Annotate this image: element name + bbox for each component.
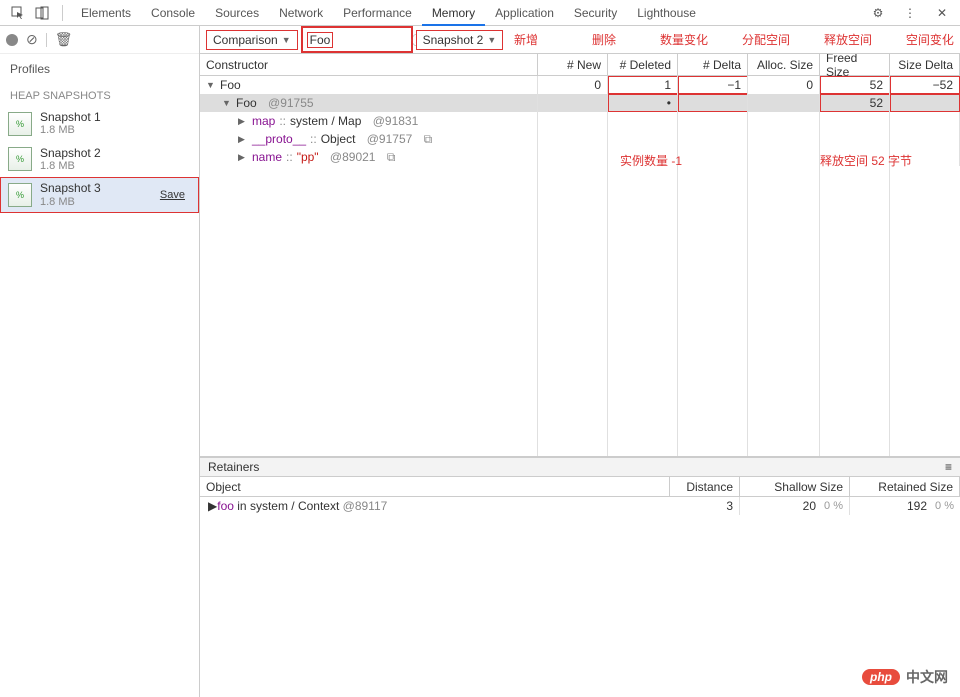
base-snapshot-label: Snapshot 2 bbox=[423, 33, 484, 47]
toggle-icon[interactable]: ▼ bbox=[222, 98, 232, 108]
table-row[interactable]: ▼Foo 0 1 −1 0 52 −52 bbox=[200, 76, 960, 94]
devtools-top-bar: Elements Console Sources Network Perform… bbox=[0, 0, 960, 26]
table-row[interactable]: ▼Foo @91755 • 52 bbox=[200, 94, 960, 112]
snapshot-icon: % bbox=[8, 112, 32, 136]
col-new[interactable]: # New bbox=[538, 54, 608, 75]
snapshot-item-1[interactable]: % Snapshot 11.8 MB bbox=[0, 106, 199, 142]
col-retained[interactable]: Retained Size bbox=[850, 477, 960, 496]
col-deleted[interactable]: # Deleted bbox=[608, 54, 678, 75]
tab-security[interactable]: Security bbox=[564, 1, 627, 25]
snapshot-icon: % bbox=[8, 183, 32, 207]
table-row[interactable]: ▶map :: system / Map @91831 bbox=[200, 112, 960, 130]
view-mode-dropdown[interactable]: Comparison ▼ bbox=[206, 30, 298, 50]
device-icon[interactable] bbox=[34, 5, 50, 21]
table-row[interactable]: ▶__proto__ :: Object @91757 ⧉ bbox=[200, 130, 960, 148]
profile-actions: ⊘ 🗑 bbox=[0, 26, 199, 54]
filter-value: Foo bbox=[307, 32, 334, 48]
tab-performance[interactable]: Performance bbox=[333, 1, 422, 25]
more-icon[interactable]: ⋮ bbox=[902, 5, 918, 21]
chevron-down-icon: ▼ bbox=[487, 35, 496, 45]
tab-memory[interactable]: Memory bbox=[422, 1, 485, 26]
toggle-icon[interactable]: ▼ bbox=[206, 80, 216, 90]
annotation-labels: 新增 删除 数量变化 分配空间 释放空间 空间变化 bbox=[514, 31, 954, 48]
col-constructor[interactable]: Constructor bbox=[200, 54, 538, 75]
clear-icon[interactable]: ⊘ bbox=[26, 31, 38, 48]
menu-icon[interactable]: ≡ bbox=[945, 460, 952, 474]
inspect-icon[interactable] bbox=[10, 5, 26, 21]
tab-application[interactable]: Application bbox=[485, 1, 564, 25]
col-delta[interactable]: # Delta bbox=[678, 54, 748, 75]
retainers-body[interactable]: ▶foo in system / Context @89117 3 200 % … bbox=[200, 497, 960, 697]
retainer-row[interactable]: ▶foo in system / Context @89117 3 200 % … bbox=[200, 497, 960, 515]
heap-snapshots-label: HEAP SNAPSHOTS bbox=[0, 80, 199, 106]
annotation-instances: 实例数量 -1 bbox=[620, 152, 682, 169]
col-object[interactable]: Object bbox=[200, 477, 670, 496]
delete-icon[interactable]: 🗑 bbox=[55, 31, 73, 48]
watermark: php 中文网 bbox=[862, 667, 948, 687]
panel-tabs: Elements Console Sources Network Perform… bbox=[71, 1, 706, 25]
base-snapshot-dropdown[interactable]: Snapshot 2▼ bbox=[416, 30, 504, 50]
close-icon[interactable]: ✕ bbox=[934, 5, 950, 21]
view-mode-label: Comparison bbox=[213, 33, 278, 47]
tab-lighthouse[interactable]: Lighthouse bbox=[627, 1, 706, 25]
col-shallow[interactable]: Shallow Size bbox=[740, 477, 850, 496]
col-distance[interactable]: Distance bbox=[670, 477, 740, 496]
snapshot-name: Snapshot 1 bbox=[40, 110, 101, 124]
record-icon[interactable] bbox=[6, 34, 18, 46]
tab-sources[interactable]: Sources bbox=[205, 1, 269, 25]
tab-network[interactable]: Network bbox=[269, 1, 333, 25]
col-alloc[interactable]: Alloc. Size bbox=[748, 54, 820, 75]
annotation-freed: 释放空间 52 字节 bbox=[820, 152, 912, 169]
filter-text[interactable] bbox=[337, 33, 407, 47]
tab-elements[interactable]: Elements bbox=[71, 1, 141, 25]
toggle-icon[interactable]: ▶ bbox=[238, 134, 248, 145]
divider bbox=[62, 5, 63, 21]
divider bbox=[46, 33, 47, 47]
toggle-icon[interactable]: ▶ bbox=[208, 499, 217, 513]
retainers-columns: Object Distance Shallow Size Retained Si… bbox=[200, 477, 960, 497]
save-link[interactable]: Save bbox=[160, 189, 185, 201]
sidebar: ⊘ 🗑 Profiles HEAP SNAPSHOTS % Snapshot 1… bbox=[0, 26, 200, 697]
profiles-label: Profiles bbox=[0, 54, 199, 80]
class-filter-input[interactable]: Foo ⓧ bbox=[302, 27, 412, 52]
snapshot-item-2[interactable]: % Snapshot 21.8 MB bbox=[0, 142, 199, 178]
col-sizedelta[interactable]: Size Delta bbox=[890, 54, 960, 75]
tab-console[interactable]: Console bbox=[141, 1, 205, 25]
snapshot-name: Snapshot 3 bbox=[40, 181, 101, 195]
chevron-down-icon: ▼ bbox=[282, 35, 291, 45]
snapshot-size: 1.8 MB bbox=[40, 160, 101, 173]
snapshot-item-3[interactable]: % Snapshot 31.8 MB Save bbox=[0, 177, 199, 213]
snapshot-size: 1.8 MB bbox=[40, 196, 101, 209]
snapshot-icon: % bbox=[8, 147, 32, 171]
retainers-header: Retainers ≡ bbox=[200, 457, 960, 477]
toggle-icon[interactable]: ▶ bbox=[238, 116, 248, 127]
toggle-icon[interactable]: ▶ bbox=[238, 152, 248, 163]
column-headers: Constructor # New # Deleted # Delta Allo… bbox=[200, 54, 960, 76]
comparison-table[interactable]: ▼Foo 0 1 −1 0 52 −52 ▼Foo @91755 • 52 ▶m… bbox=[200, 76, 960, 457]
snapshot-size: 1.8 MB bbox=[40, 124, 101, 137]
filter-bar: Comparison▼ Foo ⓧ Snapshot 2▼ 新增 删除 数量变化… bbox=[200, 26, 960, 54]
snapshot-name: Snapshot 2 bbox=[40, 146, 101, 160]
col-freed[interactable]: Freed Size bbox=[820, 54, 890, 75]
settings-icon[interactable]: ⚙ bbox=[870, 5, 886, 21]
content: Comparison▼ Foo ⓧ Snapshot 2▼ 新增 删除 数量变化… bbox=[200, 26, 960, 697]
